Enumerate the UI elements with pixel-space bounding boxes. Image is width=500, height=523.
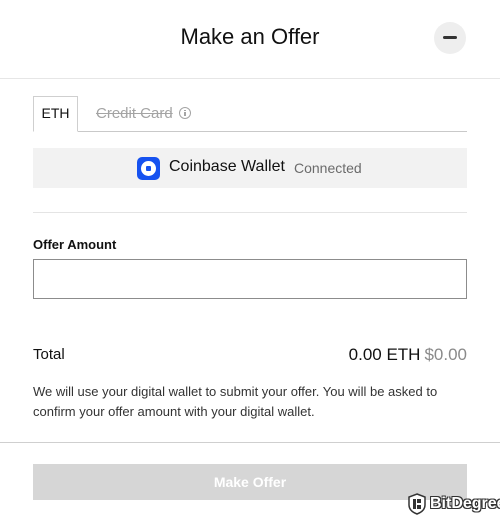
- footer-divider: [0, 442, 500, 443]
- offer-amount-label: Offer Amount: [33, 237, 117, 252]
- tab-credit-card[interactable]: Credit Card: [96, 105, 173, 122]
- coinbase-wallet-icon: [137, 157, 160, 180]
- tab-eth[interactable]: ETH: [33, 96, 78, 132]
- modal-title: Make an Offer: [180, 24, 320, 49]
- payment-tabs: ETH Credit Card: [33, 96, 467, 132]
- bitdegree-shield-icon: [408, 493, 426, 515]
- wallet-note: We will use your digital wallet to submi…: [33, 384, 438, 419]
- total-values: 0.00 ETH $0.00: [349, 345, 467, 365]
- collapse-button[interactable]: [434, 22, 466, 54]
- info-icon[interactable]: [179, 107, 191, 119]
- divider: [33, 212, 467, 213]
- minus-icon: [443, 36, 457, 39]
- offer-amount-input[interactable]: [33, 259, 467, 299]
- total-usd: $0.00: [424, 345, 467, 364]
- total-eth: 0.00 ETH: [348, 345, 421, 364]
- wallet-name: Coinbase Wallet: [169, 158, 285, 175]
- modal-header: Make an Offer: [0, 0, 500, 79]
- watermark-text: BitDegree: [430, 495, 500, 512]
- make-offer-button[interactable]: Make Offer: [33, 464, 467, 500]
- wallet-connection[interactable]: Coinbase Wallet Connected: [33, 148, 467, 188]
- wallet-status: Connected: [294, 160, 362, 176]
- total-label: Total: [33, 346, 65, 363]
